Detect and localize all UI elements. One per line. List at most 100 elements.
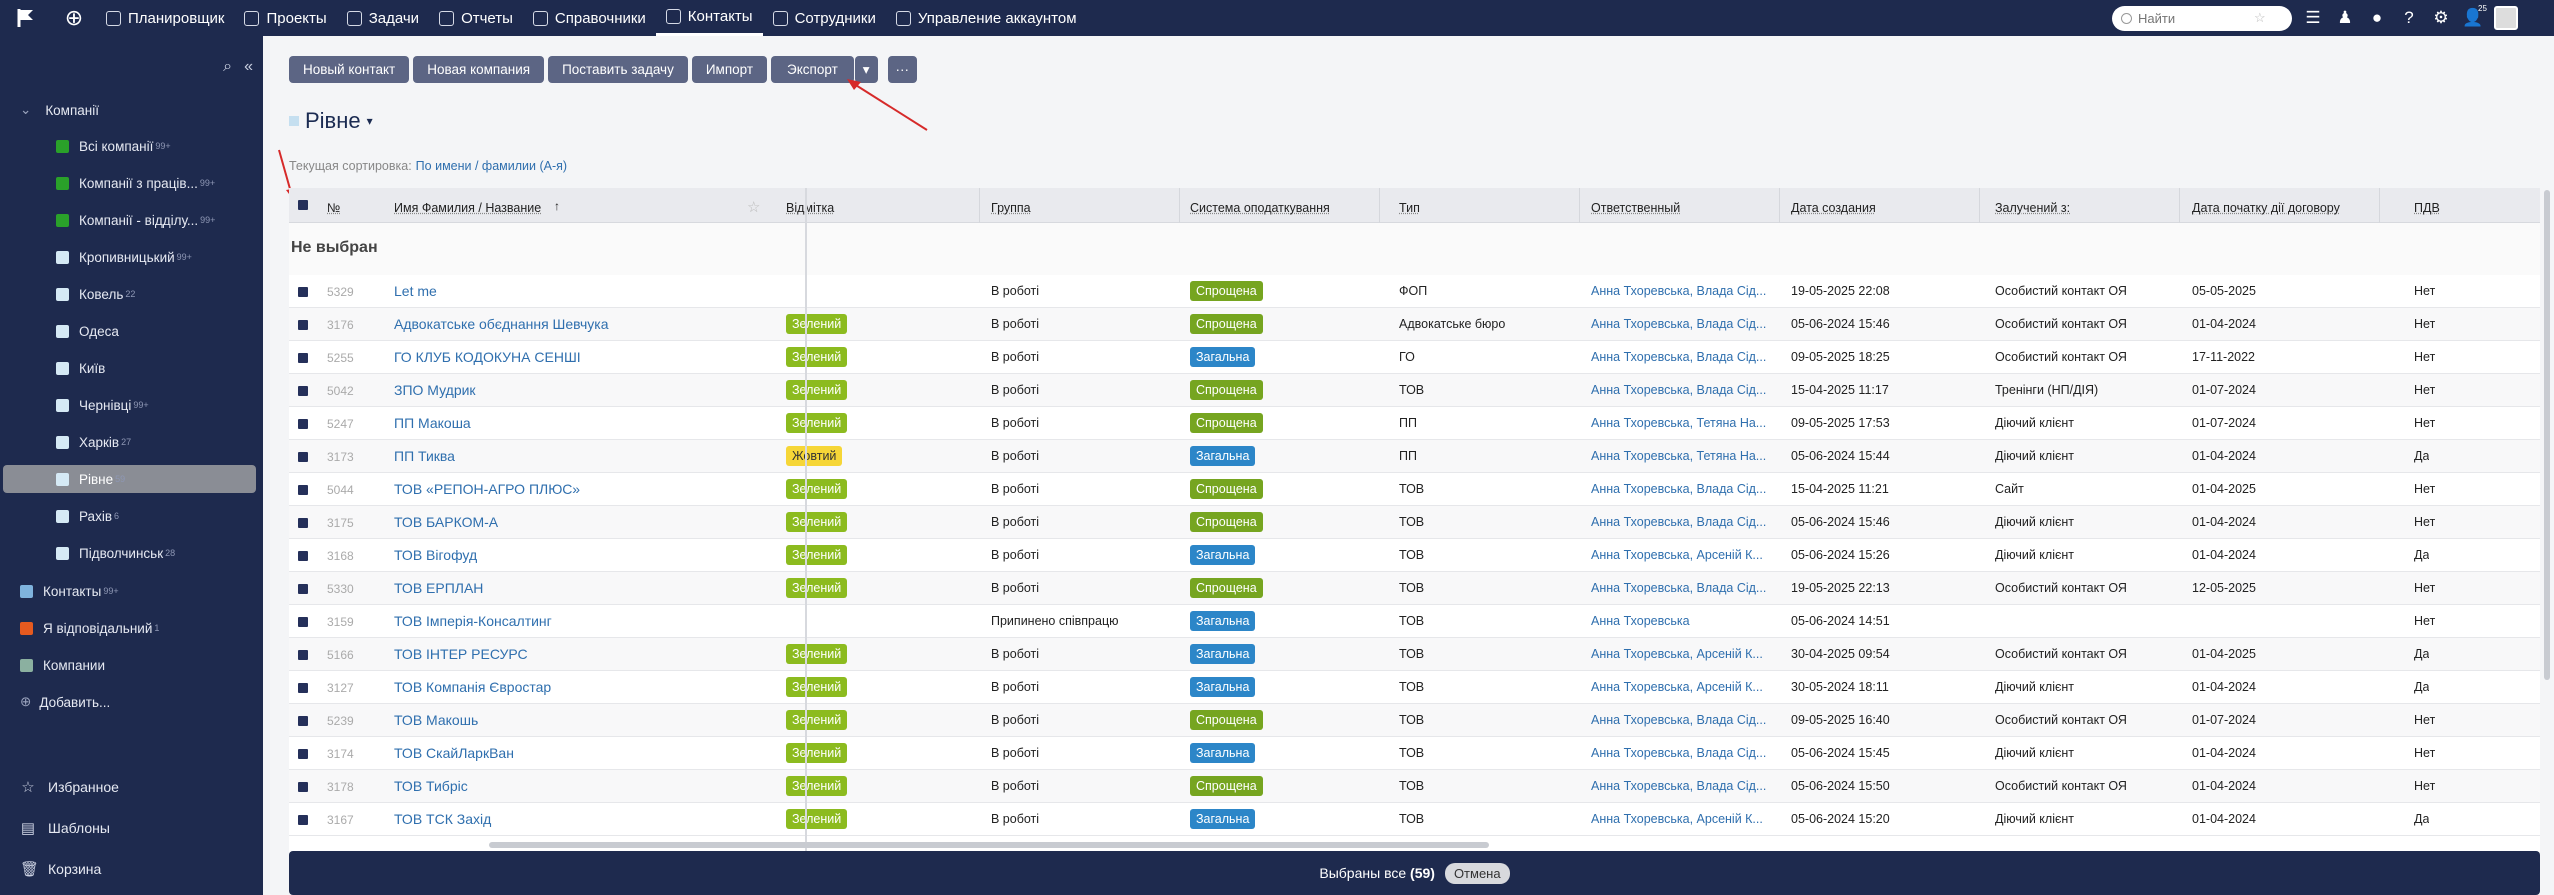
app-logo[interactable] (0, 0, 52, 36)
sidebar-item[interactable]: Компанії з праців... 99+ (0, 169, 263, 197)
page-title-wrap[interactable]: Рівне ▾ (289, 108, 373, 134)
row-checkbox[interactable] (298, 617, 308, 627)
row-name-link[interactable]: ТОВ «РЕПОН-АГРО ПЛЮС» (394, 481, 769, 497)
col-contract-date[interactable]: Дата початку дії договору (2192, 201, 2340, 215)
import-button[interactable]: Импорт (691, 56, 768, 83)
sidebar-item[interactable]: Рівне 59 (3, 465, 256, 493)
set-task-button[interactable]: Поставить задачу (548, 56, 688, 83)
col-type[interactable]: Тип (1399, 201, 1420, 215)
row-responsible-link[interactable]: Анна Тхоревська, Арсеній К... (1591, 647, 1771, 661)
nav-item-5[interactable]: Контакты (655, 0, 763, 36)
row-name-link[interactable]: ТОВ СкайЛаркВан (394, 745, 769, 761)
sidebar-item[interactable]: Всі компанії 99+ (0, 132, 263, 160)
nav-item-6[interactable]: Сотрудники (763, 0, 886, 36)
nav-item-1[interactable]: Проекты (234, 0, 336, 36)
row-checkbox[interactable] (298, 518, 308, 528)
row-responsible-link[interactable]: Анна Тхоревська, Влада Сід... (1591, 284, 1771, 298)
new-company-button[interactable]: Новая компания (413, 56, 545, 83)
table-row[interactable]: 3176 Адвокатське обєднання Шевчука В робот… (289, 308, 2540, 341)
row-responsible-link[interactable]: Анна Тхоревська, Влада Сід... (1591, 746, 1771, 760)
row-name-link[interactable]: Let me (394, 283, 769, 299)
cancel-selection-button[interactable]: Отмена (1444, 862, 1510, 884)
sidebar-section-companies[interactable]: ⌄ Компанії (0, 96, 263, 124)
row-checkbox[interactable] (298, 320, 308, 330)
search-box[interactable]: ☆ (2112, 5, 2292, 31)
sidebar-item[interactable]: Контакты 99+ (0, 577, 263, 605)
table-row[interactable]: 5239 ТОВ Макошь В роботі ТОВ Анна Тхоревська… (289, 704, 2540, 737)
row-checkbox[interactable] (298, 650, 308, 660)
row-name-link[interactable]: ТОВ Імперія-Консалтинг (394, 613, 769, 629)
row-checkbox[interactable] (298, 287, 308, 297)
sidebar-item[interactable]: Київ (0, 354, 263, 382)
star-icon[interactable]: ☆ (2254, 10, 2266, 26)
sidebar-item[interactable]: Підволчинськ 28 (0, 539, 263, 567)
row-checkbox[interactable] (298, 749, 308, 759)
row-responsible-link[interactable]: Анна Тхоревська, Влада Сід... (1591, 713, 1771, 727)
table-row[interactable]: 3178 ТОВ Тибріс В роботі ТОВ Анна Тхоревська… (289, 770, 2540, 803)
row-responsible-link[interactable]: Анна Тхоревська, Влада Сід... (1591, 482, 1771, 496)
row-responsible-link[interactable]: Анна Тхоревська, Влада Сід... (1591, 515, 1771, 529)
nav-item-4[interactable]: Справочники (523, 0, 656, 36)
sidebar-templates[interactable]: ▤ Шаблоны (20, 819, 110, 837)
row-responsible-link[interactable]: Анна Тхоревська, Тетяна На... (1591, 449, 1771, 463)
help-icon[interactable]: ? (2398, 8, 2420, 28)
nav-item-7[interactable]: Управление аккаунтом (886, 0, 1087, 36)
sidebar-item[interactable]: Ковель 22 (0, 280, 263, 308)
col-number[interactable]: № (327, 201, 340, 215)
person-icon[interactable]: ♟ (2334, 8, 2356, 28)
row-checkbox[interactable] (298, 485, 308, 495)
sidebar-favorites[interactable]: ☆ Избранное (20, 778, 119, 796)
sort-value-link[interactable]: По имени / фамилии (А-я) (416, 159, 567, 173)
sidebar-item[interactable]: Чернівці 99+ (0, 391, 263, 419)
sort-asc-icon[interactable]: ↑ (554, 199, 560, 213)
row-checkbox[interactable] (298, 815, 308, 825)
menu-icon[interactable]: ☰ (2302, 8, 2324, 28)
table-row[interactable]: 3168 ТОВ Вігофуд В роботі ТОВ Анна Тхоревськ… (289, 539, 2540, 572)
row-name-link[interactable]: ТОВ БАРКОМ-А (394, 514, 769, 530)
sidebar-item[interactable]: Кропивницький 99+ (0, 243, 263, 271)
table-row[interactable]: 3167 ТОВ ТСК Захід В роботі ТОВ Анна Тхоревс… (289, 803, 2540, 836)
add-icon[interactable]: ⊕ (52, 0, 96, 36)
select-all-checkbox[interactable] (298, 200, 308, 210)
search-icon[interactable]: ⌕ (223, 58, 232, 76)
row-name-link[interactable]: Адвокатське обєднання Шевчука (394, 316, 769, 332)
new-contact-button[interactable]: Новый контакт (289, 56, 410, 83)
row-checkbox[interactable] (298, 551, 308, 561)
col-responsible[interactable]: Ответственный (1591, 201, 1680, 215)
row-responsible-link[interactable]: Анна Тхоревська, Влада Сід... (1591, 350, 1771, 364)
table-row[interactable]: 5247 ПП Макоша В роботі ПП Анна Тхоревська, … (289, 407, 2540, 440)
avatar[interactable] (2494, 6, 2518, 30)
row-checkbox[interactable] (298, 353, 308, 363)
row-responsible-link[interactable]: Анна Тхоревська, Арсеній К... (1591, 812, 1771, 826)
row-responsible-link[interactable]: Анна Тхоревська, Влада Сід... (1591, 317, 1771, 331)
info-icon[interactable]: ● (2366, 8, 2388, 28)
table-row[interactable]: 5166 ТОВ ІНТЕР РЕСУРС В роботі ТОВ Анна Тхор… (289, 638, 2540, 671)
table-row[interactable]: 3174 ТОВ СкайЛаркВан В роботі ТОВ Анна Тхоре… (289, 737, 2540, 770)
row-checkbox[interactable] (298, 452, 308, 462)
row-name-link[interactable]: ТОВ Компанія Євростар (394, 679, 769, 695)
table-row[interactable]: 5044 ТОВ «РЕПОН-АГРО ПЛЮС» В роботі ТОВ Анна… (289, 473, 2540, 506)
table-row[interactable]: 5255 ГО КЛУБ КОДОКУНА СЕНШІ В роботі ГО Анна… (289, 341, 2540, 374)
row-responsible-link[interactable]: Анна Тхоревська, Тетяна На... (1591, 416, 1771, 430)
vertical-scrollbar[interactable] (2544, 190, 2550, 680)
sidebar-item[interactable]: Харків 27 (0, 428, 263, 456)
row-checkbox[interactable] (298, 386, 308, 396)
row-checkbox[interactable] (298, 716, 308, 726)
sidebar-item[interactable]: Одеса (0, 317, 263, 345)
notifications-icon[interactable]: 👤 25 (2462, 4, 2487, 28)
row-checkbox[interactable] (298, 584, 308, 594)
row-responsible-link[interactable]: Анна Тхоревська, Арсеній К... (1591, 548, 1771, 562)
table-row[interactable]: 5042 ЗПО Мудрик В роботі ТОВ Анна Тхоревська… (289, 374, 2540, 407)
table-row[interactable]: 3173 ПП Тиква В роботі ПП Анна Тхоревська, Т… (289, 440, 2540, 473)
row-responsible-link[interactable]: Анна Тхоревська, Влада Сід... (1591, 779, 1771, 793)
col-group[interactable]: Группа (991, 201, 1031, 215)
col-tax[interactable]: Система оподаткування (1190, 201, 1330, 215)
table-row[interactable]: 3127 ТОВ Компанія Євростар В роботі ТОВ Анна… (289, 671, 2540, 704)
row-name-link[interactable]: ПП Макоша (394, 415, 769, 431)
sidebar-item[interactable]: Компании (0, 651, 263, 679)
table-row[interactable]: 5330 ТОВ ЕРПЛАН В роботі ТОВ Анна Тхоревська… (289, 572, 2540, 605)
col-from[interactable]: Залучений з: (1995, 201, 2070, 215)
row-name-link[interactable]: ТОВ ТСК Захід (394, 811, 769, 827)
sidebar-item[interactable]: Компанії - відділу... 99+ (0, 206, 263, 234)
row-responsible-link[interactable]: Анна Тхоревська, Арсеній К... (1591, 680, 1771, 694)
